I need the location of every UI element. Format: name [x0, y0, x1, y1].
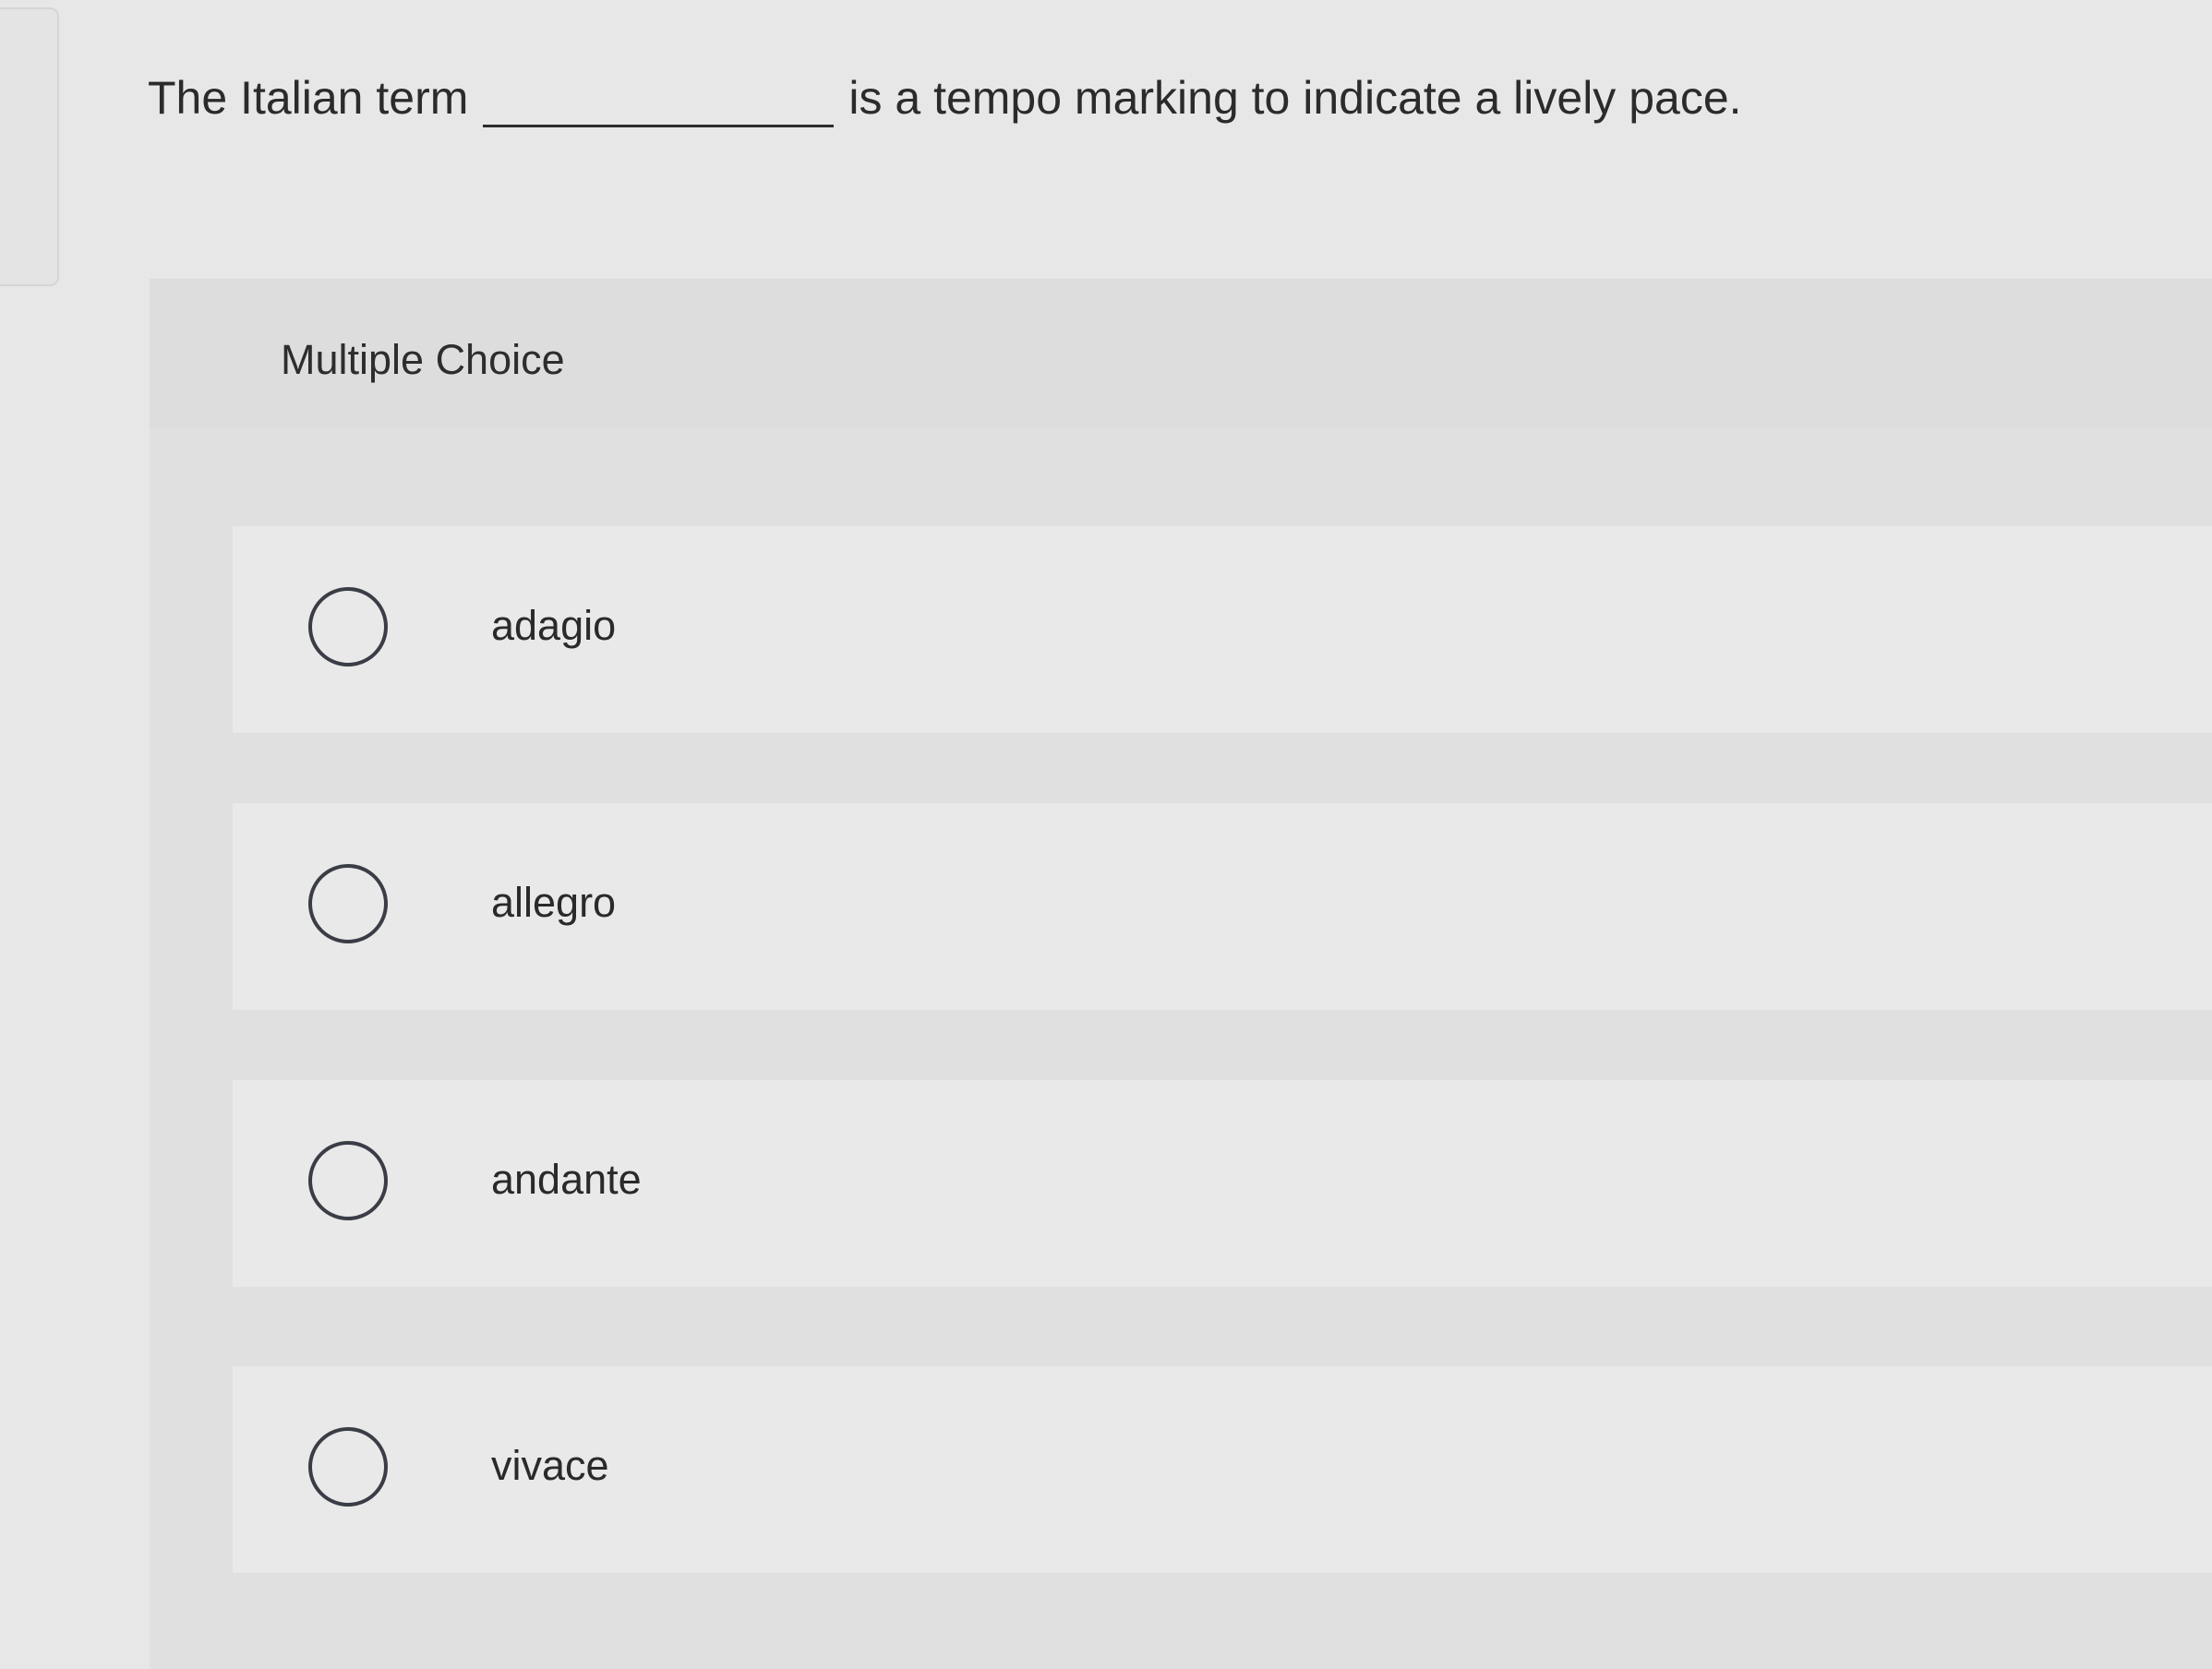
option-allegro[interactable]: allegro: [233, 803, 2212, 1010]
radio-button[interactable]: [308, 587, 388, 666]
radio-button[interactable]: [308, 1141, 388, 1220]
question-prompt: The Italian term is a tempo marking to i…: [148, 68, 1742, 127]
option-label: adagio: [491, 602, 617, 649]
radio-button[interactable]: [308, 864, 388, 943]
question-text-after: is a tempo marking to indicate a lively …: [848, 72, 1742, 124]
option-andante[interactable]: andante: [233, 1080, 2212, 1287]
option-label: vivace: [491, 1442, 609, 1489]
option-adagio[interactable]: adagio: [233, 526, 2212, 733]
answer-blank: [483, 78, 835, 127]
option-vivace[interactable]: vivace: [233, 1366, 2212, 1573]
answer-panel: Multiple Choice adagio allegro andante v…: [150, 279, 2212, 1669]
question-text-before: The Italian term: [148, 72, 469, 124]
panel-header: Multiple Choice: [150, 279, 2212, 428]
option-label: allegro: [491, 879, 617, 926]
question-type-label: Multiple Choice: [281, 336, 565, 383]
radio-button[interactable]: [308, 1427, 388, 1507]
side-panel-edge: [0, 7, 59, 286]
option-label: andante: [491, 1156, 642, 1203]
